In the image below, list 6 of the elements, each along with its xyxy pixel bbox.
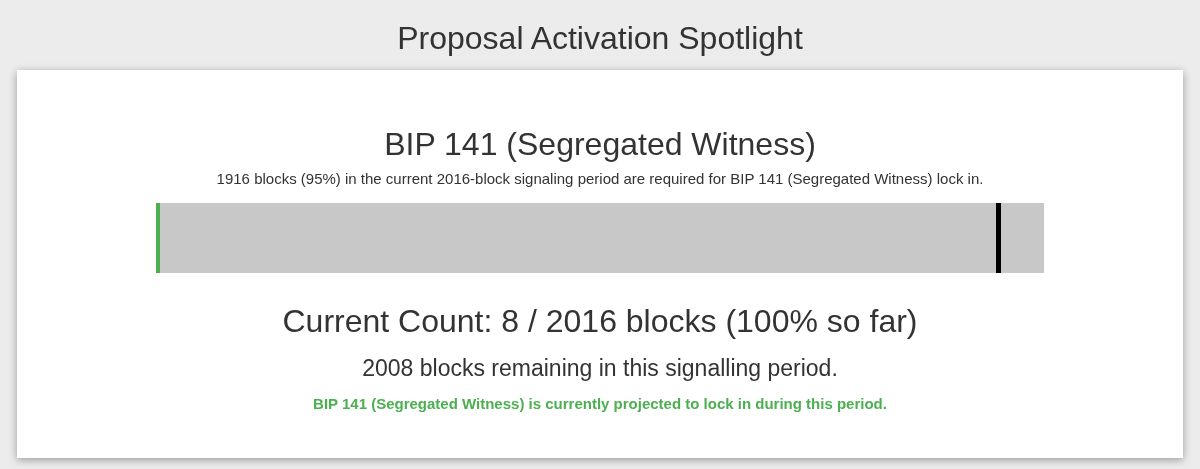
proposal-title: BIP 141 (Segregated Witness) <box>384 125 816 164</box>
page-title: Proposal Activation Spotlight <box>397 19 803 58</box>
remaining-text: 2008 blocks remaining in this signalling period. <box>362 353 838 383</box>
current-count: Current Count: 8 / 2016 blocks (100% so far) <box>282 301 918 341</box>
requirement-text: 1916 blocks (95%) in the current 2016-block signaling period are required for BIP 141 (Segregated Witness) lock in. <box>216 169 984 189</box>
projection-text: BIP 141 (Segregated Witness) is currently projected to lock in during this period. <box>313 394 887 414</box>
